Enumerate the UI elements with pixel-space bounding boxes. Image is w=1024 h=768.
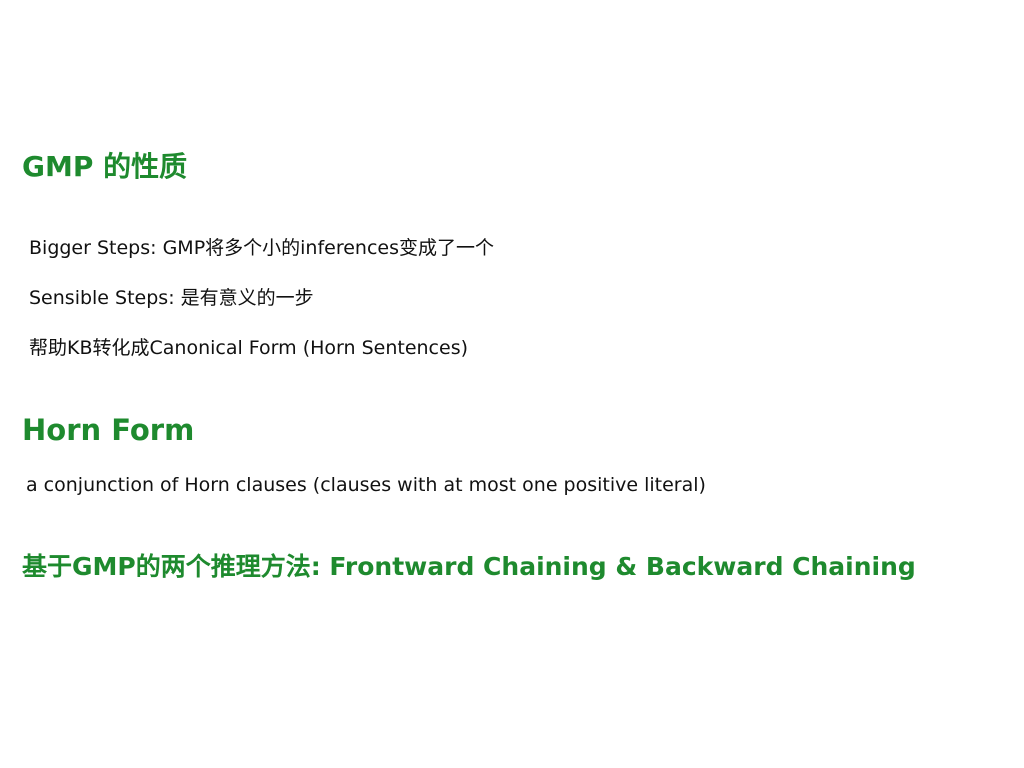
- section-heading-chaining-methods: 基于GMP的两个推理方法: Frontward Chaining & Backw…: [22, 552, 916, 581]
- bullet-horn-definition: a conjunction of Horn clauses (clauses w…: [26, 474, 706, 496]
- slide: GMP 的性质 Bigger Steps: GMP将多个小的inferences…: [0, 0, 1024, 768]
- bullet-canonical-form: 帮助KB转化成Canonical Form (Horn Sentences): [29, 337, 469, 359]
- section-heading-gmp-properties: GMP 的性质: [22, 150, 188, 183]
- bullet-sensible-steps: Sensible Steps: 是有意义的一步: [29, 287, 314, 309]
- bullet-bigger-steps: Bigger Steps: GMP将多个小的inferences变成了一个: [29, 237, 495, 259]
- section-heading-horn-form: Horn Form: [22, 413, 195, 447]
